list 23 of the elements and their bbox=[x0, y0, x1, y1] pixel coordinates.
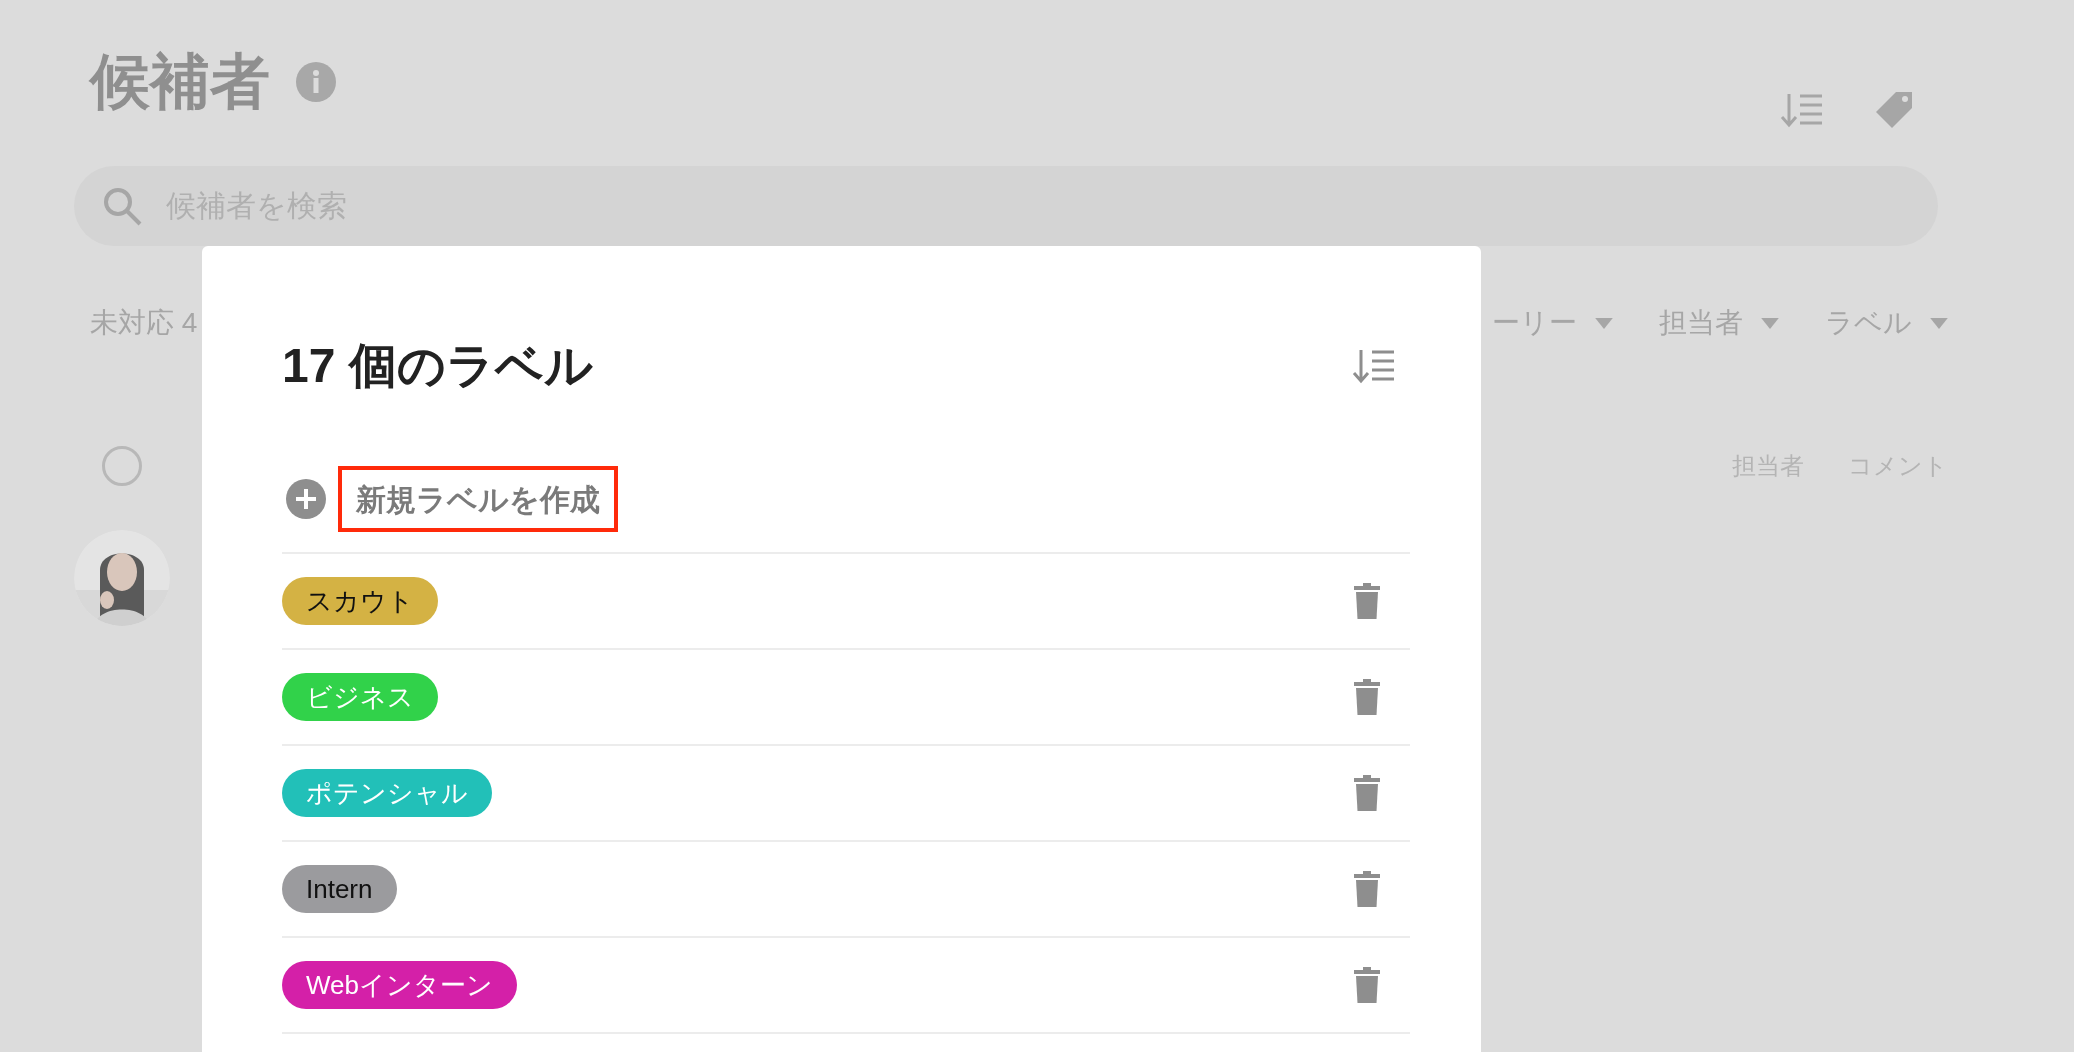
label-tag[interactable]: Intern bbox=[282, 865, 397, 913]
search-icon bbox=[102, 186, 142, 226]
caret-icon bbox=[1595, 317, 1613, 329]
info-icon[interactable] bbox=[296, 62, 336, 102]
trash-icon[interactable] bbox=[1354, 871, 1380, 907]
trash-icon[interactable] bbox=[1354, 967, 1380, 1003]
tag-icon[interactable] bbox=[1874, 90, 1914, 130]
label-tag[interactable]: スカウト bbox=[282, 577, 438, 625]
create-label-button[interactable]: 新規ラベルを作成 bbox=[338, 466, 618, 532]
caret-icon bbox=[1761, 317, 1779, 329]
label-tag[interactable]: ポテンシャル bbox=[282, 769, 492, 817]
plus-icon[interactable] bbox=[286, 479, 326, 519]
select-checkbox[interactable] bbox=[102, 446, 142, 486]
sort-icon[interactable] bbox=[1780, 91, 1824, 129]
dialog-title: 17 個のラベル bbox=[282, 342, 593, 390]
trash-icon[interactable] bbox=[1354, 679, 1380, 715]
label-tag[interactable]: Webインターン bbox=[282, 961, 517, 1009]
label-tag[interactable]: ビジネス bbox=[282, 673, 438, 721]
sort-icon[interactable] bbox=[1352, 347, 1396, 385]
trash-icon[interactable] bbox=[1354, 775, 1380, 811]
caret-icon bbox=[1930, 317, 1948, 329]
trash-icon[interactable] bbox=[1354, 583, 1380, 619]
page-title: 候補者 bbox=[90, 52, 270, 112]
